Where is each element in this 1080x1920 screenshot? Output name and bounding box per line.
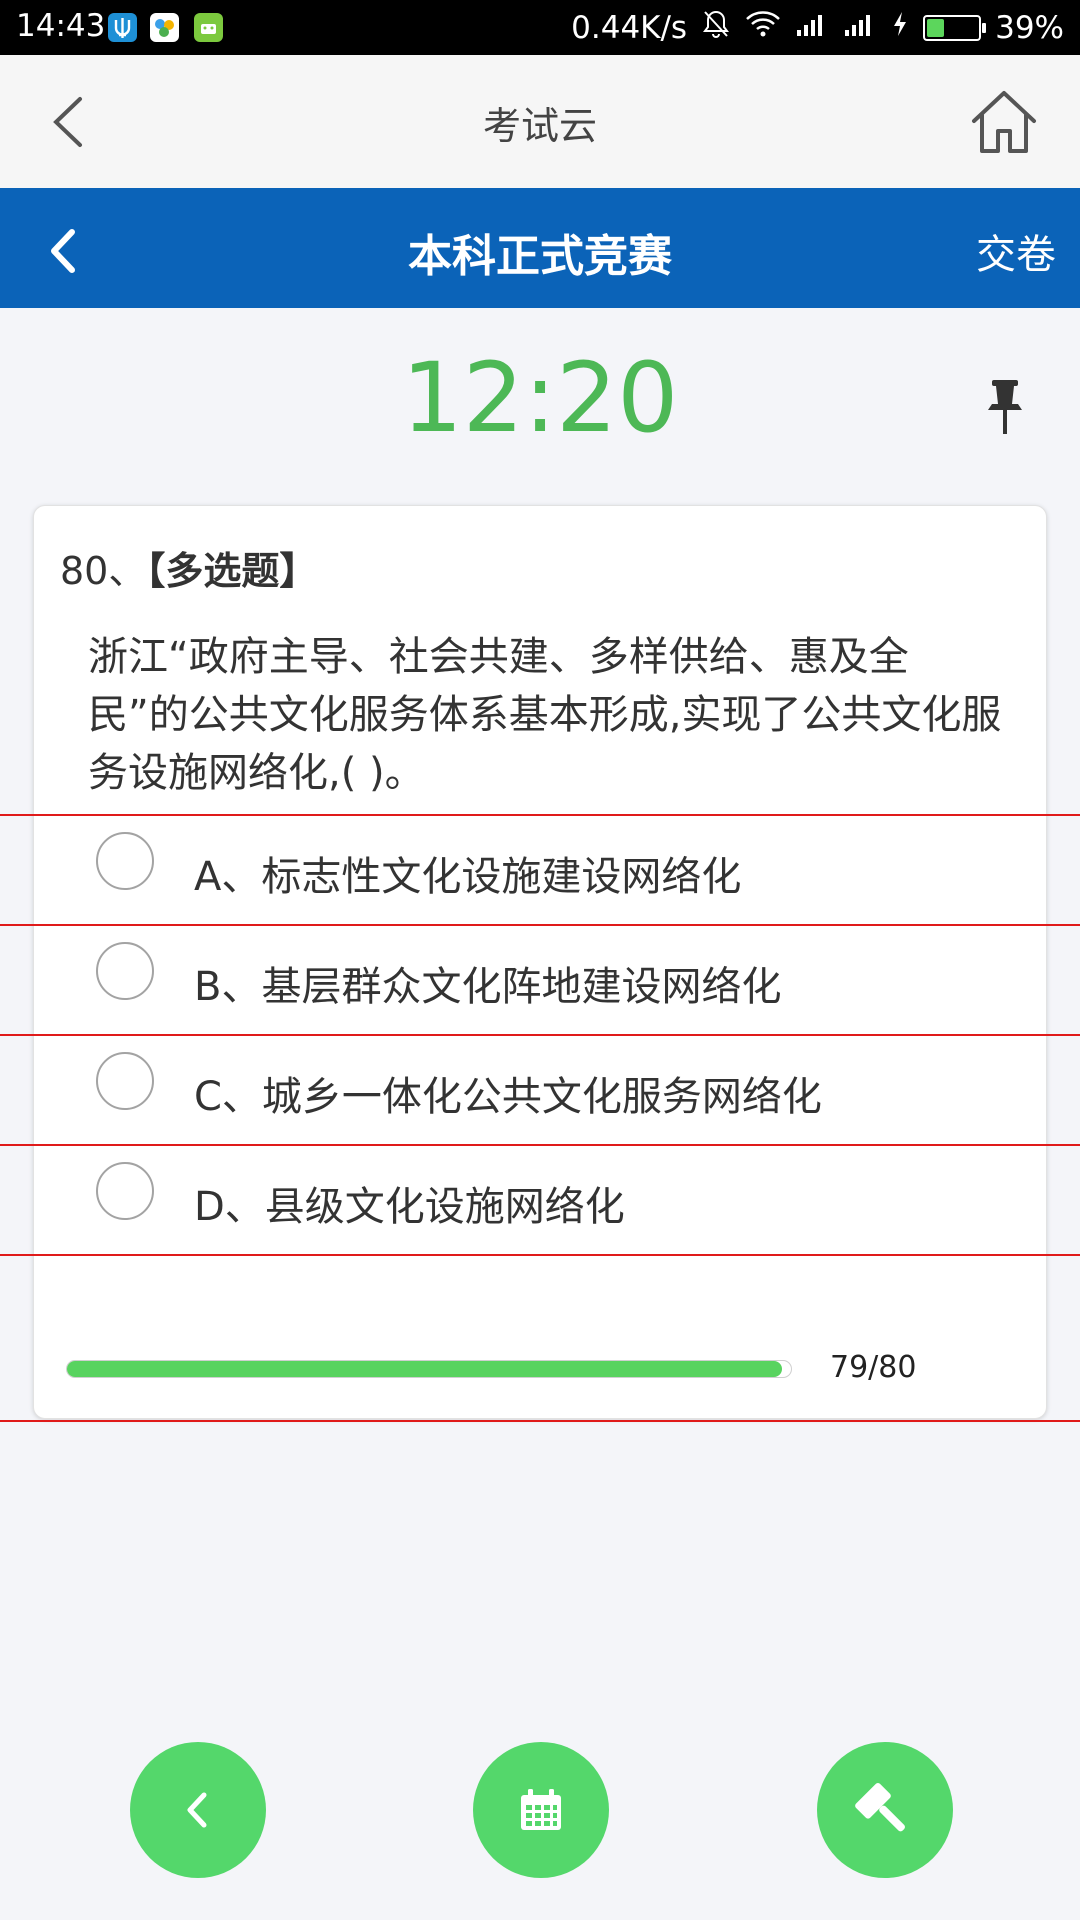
green-android-icon [194, 13, 223, 42]
signal-icon [795, 10, 829, 46]
pin-button[interactable] [982, 378, 1028, 436]
pushpin-icon [988, 380, 1022, 434]
radio-button[interactable] [96, 1162, 154, 1220]
status-right: 0.44K/s 39% [571, 8, 1064, 48]
answer-sheet-button[interactable] [473, 1742, 609, 1878]
battery-icon [923, 15, 987, 41]
network-speed: 0.44K/s [571, 10, 688, 46]
radio-button[interactable] [96, 832, 154, 890]
trident-app-icon [108, 13, 137, 42]
home-button[interactable] [964, 85, 1044, 159]
submit-exam-button[interactable]: 交卷 [976, 222, 1056, 280]
divider [0, 1254, 1080, 1256]
multicolor-app-icon [150, 13, 179, 42]
option-b[interactable]: B、基层群众文化阵地建设网络化 [34, 926, 1046, 1034]
wifi-icon [745, 10, 781, 46]
home-icon [972, 91, 1036, 153]
submit-gavel-button[interactable] [817, 1742, 953, 1878]
divider [0, 1420, 1080, 1422]
app-bar: 考试云 [0, 55, 1080, 189]
countdown-timer: 12:20 [401, 342, 679, 454]
previous-question-button[interactable] [130, 1742, 266, 1878]
radio-button[interactable] [96, 1052, 154, 1110]
app-title: 考试云 [482, 104, 597, 148]
question-number: 80、 [60, 549, 147, 593]
option-label: C、城乡一体化公共文化服务网络化 [194, 1074, 822, 1120]
mute-bell-icon [701, 8, 731, 48]
progress-text: 79/80 [830, 1350, 917, 1385]
option-label: D、县级文化设施网络化 [194, 1184, 625, 1230]
option-label: B、基层群众文化阵地建设网络化 [194, 964, 782, 1010]
battery-percent: 39% [995, 10, 1064, 46]
charging-icon [891, 10, 909, 46]
signal-icon-2 [843, 10, 877, 46]
question-text: 浙江“政府主导、社会共建、多样供给、惠及全民”的公共文化服务体系基本形成,实现了… [88, 634, 1002, 796]
chevron-left-icon [187, 1792, 207, 1828]
status-time: 14:43 [16, 8, 106, 44]
option-c[interactable]: C、城乡一体化公共文化服务网络化 [34, 1036, 1046, 1144]
calendar-icon [521, 1789, 561, 1830]
exam-title: 本科正式竞赛 [408, 231, 672, 282]
progress-bar [66, 1360, 792, 1378]
radio-button[interactable] [96, 942, 154, 1000]
status-bar: 14:43 0.44K/s 39% [0, 0, 1080, 55]
option-d[interactable]: D、县级文化设施网络化 [34, 1146, 1046, 1254]
option-label: A、标志性文化设施建设网络化 [194, 854, 742, 900]
question-type: 【多选题】 [146, 549, 318, 593]
exam-bar: 本科正式竞赛 交卷 [0, 188, 1080, 308]
gavel-icon [855, 1782, 905, 1832]
question-header: 80、【多选题】 [60, 540, 317, 595]
progress-fill [67, 1361, 782, 1377]
option-a[interactable]: A、标志性文化设施建设网络化 [34, 816, 1046, 924]
